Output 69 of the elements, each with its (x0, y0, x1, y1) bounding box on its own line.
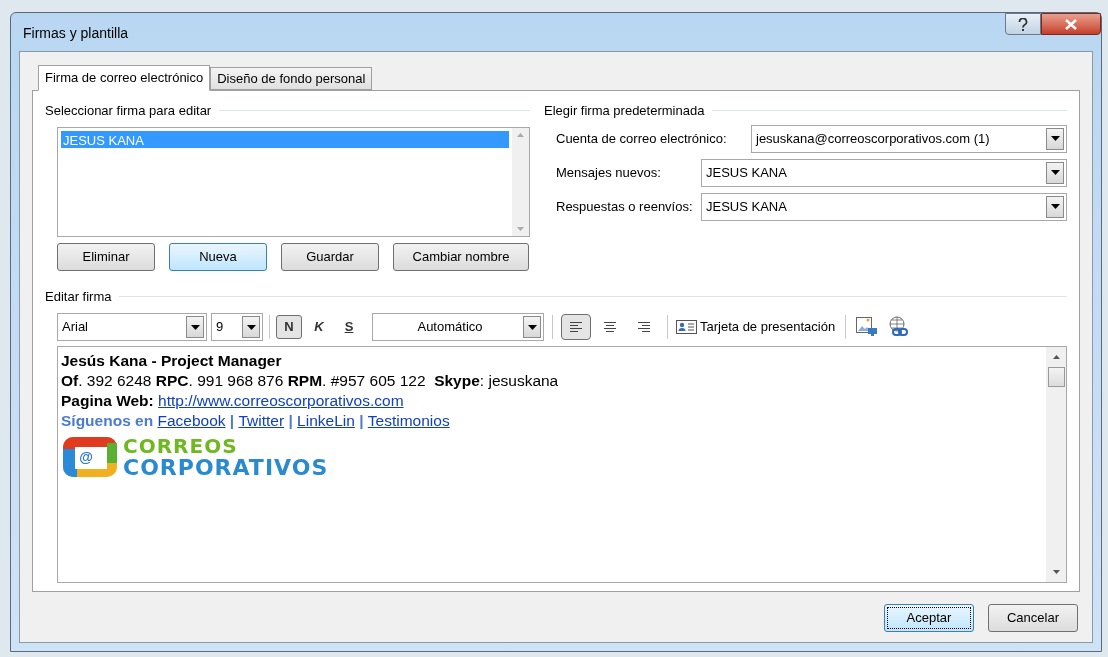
align-center-icon (603, 321, 617, 333)
signature-link[interactable]: Facebook (157, 412, 226, 429)
italic-button[interactable]: K (306, 315, 332, 339)
close-icon (1065, 18, 1077, 30)
dialog-button[interactable]: Cambiar nombre (393, 242, 529, 271)
dialog-button[interactable]: Cancelar (988, 604, 1078, 632)
caret-icon (1050, 170, 1060, 175)
dropdown-field[interactable]: jesuskana@correoscorporativos.com (1) (751, 124, 1067, 153)
caret-icon (246, 324, 256, 330)
dialog-button[interactable]: Eliminar (57, 242, 155, 271)
dropdown-field[interactable]: 9 (211, 313, 263, 341)
caret-icon (1050, 204, 1060, 209)
align-button[interactable] (561, 314, 591, 340)
group-title: Seleccionar firma para editar (45, 102, 212, 120)
dropdown-button[interactable] (523, 316, 541, 338)
dropdown-button[interactable] (1046, 161, 1064, 184)
dropdown-field[interactable]: JESUS KANA (701, 158, 1067, 187)
dropdown-field[interactable]: Arial (57, 313, 207, 341)
dropdown-button[interactable] (1046, 195, 1064, 218)
scrollbar[interactable] (512, 127, 529, 236)
field-label: Cuenta de correo electrónico: (556, 129, 728, 148)
align-right-icon (637, 321, 651, 333)
dropdown-button[interactable] (242, 316, 260, 338)
dropdown-button[interactable] (1046, 127, 1064, 150)
scrollbar[interactable] (1046, 347, 1066, 582)
dialog-button[interactable]: Nueva (169, 242, 267, 271)
envelope-logo-icon (61, 435, 119, 479)
scroll-down-icon (517, 226, 524, 231)
contact-card-icon (676, 320, 697, 334)
bold-button[interactable]: N (276, 315, 302, 339)
caret-icon (527, 324, 537, 330)
hyperlink-icon[interactable] (888, 316, 911, 338)
dropdown-field[interactable]: Automático (372, 313, 544, 341)
group-title: Elegir firma predeterminada (544, 102, 705, 120)
group-title: Editar firma (45, 287, 112, 306)
signature-link[interactable]: http://www.correoscorporativos.com (158, 392, 404, 409)
logo-text: CORPORATIVOS (123, 457, 329, 479)
scroll-up-icon (517, 132, 524, 137)
picture-icon[interactable] (856, 317, 879, 337)
logo-text: CORREOS (123, 435, 239, 457)
scroll-down-icon (1052, 570, 1060, 574)
signature-line: Jesús Kana - Project Manager (61, 351, 282, 371)
signature-editor[interactable] (57, 346, 1067, 583)
tab[interactable]: Firma de correo electrónico (38, 65, 211, 91)
signature-link[interactable]: LinkeLin (297, 412, 355, 429)
signature-link[interactable]: Twitter (238, 412, 285, 429)
signature-line: Pagina Web: http://www.correoscorporativos.com (61, 391, 404, 411)
question-mark-icon (1018, 17, 1028, 31)
dialog-button[interactable]: Guardar (281, 242, 379, 271)
field-label: Respuestas o reenvíos: (556, 197, 694, 216)
dropdown-field[interactable]: JESUS KANA (701, 192, 1067, 221)
scroll-thumb[interactable] (1047, 367, 1065, 387)
underline-button[interactable]: S (336, 315, 362, 339)
tab[interactable]: Diseño de fondo personal (210, 67, 373, 90)
signature-link[interactable]: Testimonios (367, 412, 450, 429)
align-left-icon (569, 321, 583, 333)
window-title: Firmas y plantilla (23, 24, 129, 43)
dropdown-button[interactable] (186, 316, 204, 338)
scroll-up-icon (1052, 355, 1060, 359)
caret-icon (190, 324, 200, 330)
dialog-button[interactable]: Aceptar (884, 604, 974, 632)
signature-line: Of. 392 6248 RPC. 991 968 876 RPM. #957 605 122 Skype: jesuskana (61, 371, 559, 391)
help-button[interactable] (1005, 13, 1041, 35)
business-card-button[interactable]: Tarjeta de presentación (676, 315, 836, 339)
logo-symbol: @ (78, 448, 94, 467)
caret-icon (1050, 136, 1060, 141)
signature-line: Síguenos en Facebook | Twitter | LinkeLin | Testimonios (61, 411, 450, 431)
field-label: Mensajes nuevos: (556, 163, 662, 182)
close-button[interactable] (1041, 13, 1101, 35)
